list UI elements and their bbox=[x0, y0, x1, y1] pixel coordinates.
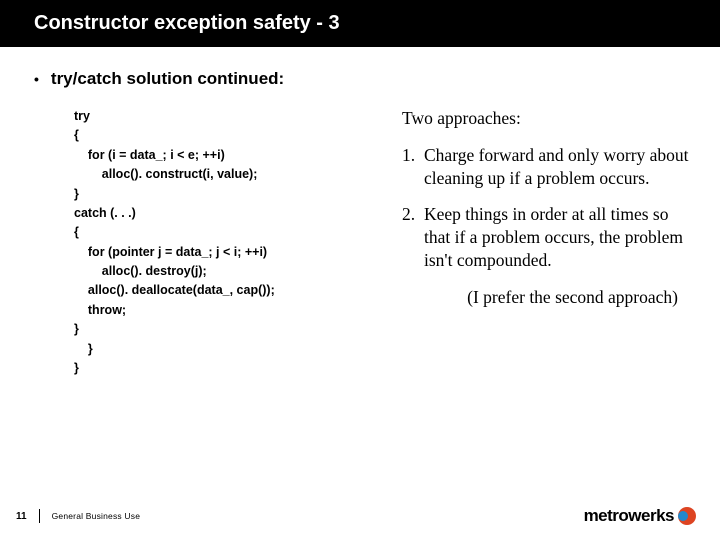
brand-name: metrowerks bbox=[584, 506, 674, 526]
bullet-text: try/catch solution continued: bbox=[51, 69, 284, 89]
footer-classification: General Business Use bbox=[52, 511, 141, 521]
page-number: 11 bbox=[16, 511, 27, 522]
footer-separator bbox=[39, 509, 40, 523]
slide-footer: 11 General Business Use metrowerks bbox=[0, 506, 720, 526]
code-block: try { for (i = data_; i < e; ++i) alloc(… bbox=[34, 107, 374, 378]
approach-item-1: 1. Charge forward and only worry about c… bbox=[402, 144, 690, 190]
two-column-layout: try { for (i = data_; i < e; ++i) alloc(… bbox=[34, 107, 690, 378]
bullet-dot-icon: • bbox=[34, 71, 39, 87]
approaches-column: Two approaches: 1. Charge forward and on… bbox=[402, 107, 690, 378]
approach-text: Keep things in order at all times so tha… bbox=[424, 203, 690, 271]
approach-text: Charge forward and only worry about clea… bbox=[424, 144, 690, 190]
slide-title: Constructor exception safety - 3 bbox=[34, 12, 340, 34]
approach-item-2: 2. Keep things in order at all times so … bbox=[402, 203, 690, 271]
main-bullet: • try/catch solution continued: bbox=[34, 69, 690, 89]
slide-title-bar: Constructor exception safety - 3 bbox=[0, 0, 720, 47]
slide-content: • try/catch solution continued: try { fo… bbox=[0, 47, 720, 378]
approaches-heading: Two approaches: bbox=[402, 107, 690, 130]
approach-number: 2. bbox=[402, 203, 424, 271]
brand-mark-icon bbox=[678, 507, 696, 525]
brand-logo: metrowerks bbox=[584, 506, 696, 526]
approach-number: 1. bbox=[402, 144, 424, 190]
preference-note: (I prefer the second approach) bbox=[402, 286, 690, 309]
